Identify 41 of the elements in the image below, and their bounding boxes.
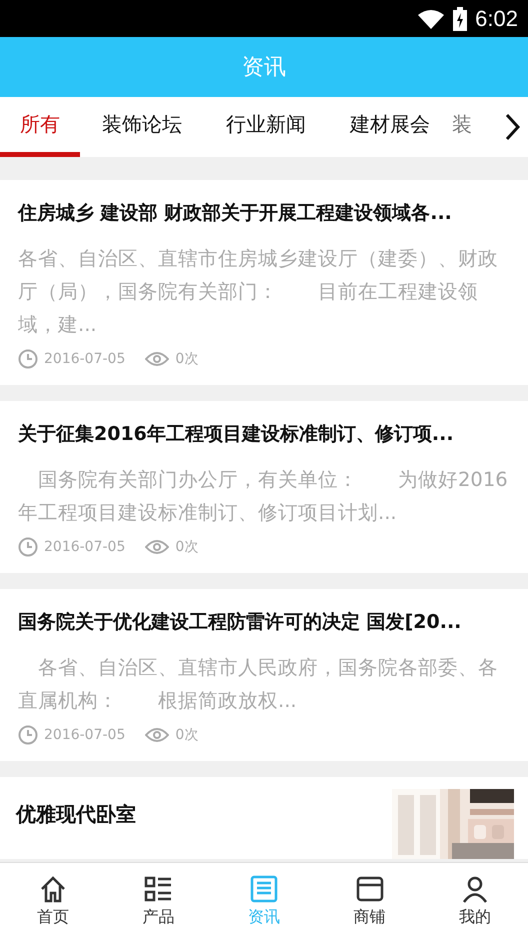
nav-tab[interactable]: 商铺 (316, 863, 422, 940)
article-title: 关于征集2016年工程项目建设标准制订、修订项... (18, 422, 455, 447)
clock-icon (18, 537, 38, 557)
view-count: 0次 (175, 350, 198, 368)
category-tab[interactable]: 行业新闻 (204, 97, 328, 157)
nav-tab[interactable]: 产品 (106, 863, 212, 940)
article-date: 2016-07-05 (44, 539, 126, 555)
article-title: 国务院关于优化建设工程防雷许可的决定 国发[20... (18, 610, 462, 635)
list-icon (144, 875, 172, 903)
category-tab[interactable]: 装 (452, 97, 500, 157)
battery-icon (453, 6, 468, 30)
article-summary: 各省、自治区、直辖市人民政府，国务院各部委、各直属机构： 根据简政放权... (18, 655, 499, 714)
eye-icon (145, 351, 170, 367)
wifi-icon (417, 8, 446, 30)
article-summary: 国务院有关部门办公厅，有关单位： 为做好2016年工程项目建设标准制订、修订项目计划... (18, 467, 509, 526)
clock-time: 6:02 (475, 6, 518, 32)
clock-icon (18, 725, 38, 745)
clock-icon (18, 349, 38, 369)
category-tab[interactable]: 装饰论坛 (80, 97, 204, 157)
view-count: 0次 (175, 726, 198, 744)
article-summary: 各省、自治区、直辖市住房城乡建设厅（建委）、财政厅（局），国务院有关部门： 目前在工程建设领域，建... (18, 246, 499, 338)
article-date: 2016-07-05 (44, 727, 126, 743)
article-title: 优雅现代卧室 (16, 801, 136, 828)
window-icon (356, 875, 384, 903)
article-card[interactable]: 优雅现代卧室 (0, 777, 528, 859)
article-card[interactable]: 关于征集2016年工程项目建设标准制订、修订项... 国务院有关部门办公厅，有关单位： 为做好2016年工程项目建设标准制订、修订项目计划... 2016-07-05 0次 (0, 401, 528, 573)
article-card[interactable]: 住房城乡 建设部 财政部关于开展工程建设领域各... 各省、自治区、直辖市住房城乡建设厅（建委）、财政厅（局），国务院有关部门： 目前在工程建设领域，建... 2016-07-05 0次 (0, 180, 528, 385)
article-date: 2016-07-05 (44, 351, 126, 367)
document-icon (250, 875, 278, 903)
view-count: 0次 (175, 538, 198, 556)
nav-tab[interactable]: 我的 (422, 863, 528, 940)
category-tab[interactable]: 建材展会 (328, 97, 452, 157)
eye-icon (145, 727, 170, 743)
nav-tab[interactable]: 首页 (0, 863, 106, 940)
eye-icon (145, 539, 170, 555)
article-title: 住房城乡 建设部 财政部关于开展工程建设领域各... (18, 201, 453, 226)
home-icon (38, 875, 67, 903)
person-icon (461, 875, 490, 903)
category-tab[interactable]: 所有 (0, 97, 80, 157)
article-card[interactable]: 国务院关于优化建设工程防雷许可的决定 国发[20... 各省、自治区、直辖市人民政府，国务院各部委、各直属机构： 根据简政放权... 2016-07-05 0次 (0, 589, 528, 761)
page-title: 资讯 (242, 54, 286, 82)
